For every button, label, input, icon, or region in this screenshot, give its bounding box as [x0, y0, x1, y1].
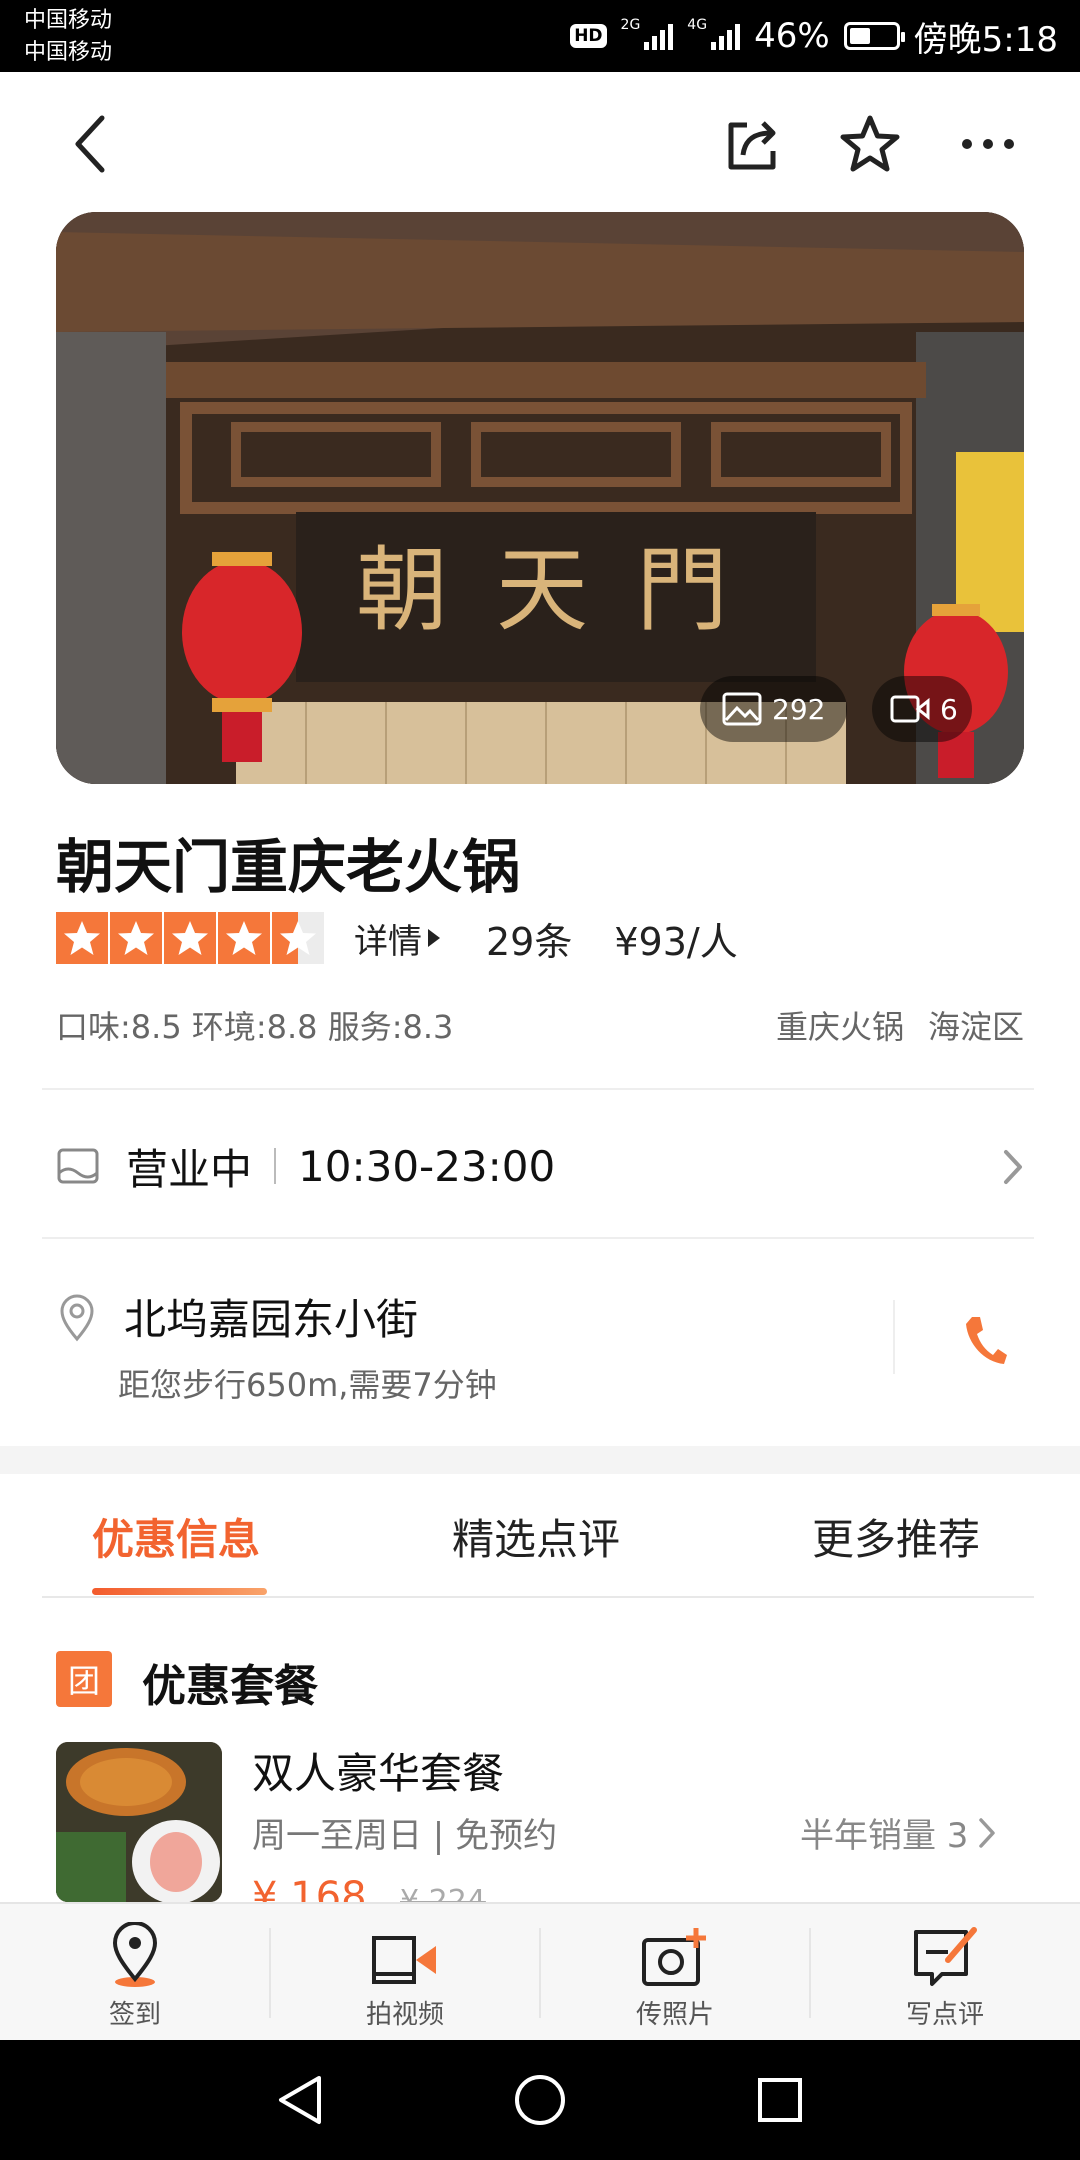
- more-button[interactable]: [952, 108, 1024, 180]
- status-bar: 中国移动 中国移动 HD 2G 4G 46% 傍晚5:18: [0, 0, 1080, 72]
- record-video-button[interactable]: 拍视频: [270, 1904, 540, 2042]
- triangle-right-icon: [428, 929, 440, 947]
- hotpot-image: [56, 1742, 222, 1902]
- checkin-button[interactable]: 签到: [0, 1904, 270, 2042]
- favorite-button[interactable]: [834, 108, 906, 180]
- shop-hours-icon: [57, 1148, 99, 1184]
- deal-name[interactable]: 双人豪华套餐: [252, 1740, 504, 1801]
- svg-text:朝: 朝: [356, 537, 448, 644]
- triangle-back-icon: [279, 2076, 321, 2124]
- business-hours-row[interactable]: 营业中 10:30-23:00: [56, 1110, 1024, 1222]
- svg-text:天: 天: [496, 537, 588, 644]
- rating-star: [110, 912, 162, 964]
- clock: 傍晚5:18: [913, 19, 1058, 60]
- top-nav: [0, 72, 1080, 212]
- rating-star: [272, 912, 324, 964]
- battery-icon: [843, 22, 905, 50]
- rating-row: 详情 29条 ¥93/人: [56, 910, 738, 966]
- upload-photo-button[interactable]: 传照片: [540, 1904, 810, 2042]
- share-button[interactable]: [716, 108, 788, 180]
- divider: [42, 1088, 1034, 1090]
- detail-label: 详情: [354, 921, 422, 962]
- deals-section-title: 优惠套餐: [142, 1661, 318, 1712]
- separator: [893, 1300, 895, 1374]
- deal-sales-text: 半年销量 3: [800, 1816, 969, 1856]
- carrier-label-1: 中国移动: [24, 8, 113, 33]
- call-button[interactable]: [955, 1310, 1015, 1370]
- chevron-right-icon: [979, 1817, 996, 1848]
- hd-badge: HD: [570, 24, 607, 48]
- svg-text:門: 門: [636, 537, 728, 644]
- deal-thumbnail[interactable]: [56, 1742, 222, 1902]
- signal-icon: [711, 22, 741, 50]
- rating-stars: [56, 912, 324, 964]
- bottom-action-bar: 签到 拍视频 传照片 写点评: [0, 1902, 1080, 2040]
- tab-reviews[interactable]: 精选点评: [452, 1506, 620, 1567]
- divider: [42, 1596, 1034, 1598]
- system-home-button[interactable]: [508, 2068, 572, 2132]
- category-tag[interactable]: 重庆火锅: [776, 1008, 904, 1046]
- deal-availability: 周一至周日 | 免预约: [252, 1816, 558, 1856]
- price-per-person: ¥93/人: [614, 919, 738, 964]
- record-video-label: 拍视频: [365, 2000, 444, 2030]
- rating-star: [56, 912, 108, 964]
- active-tab-indicator: [92, 1588, 267, 1595]
- video-icon: [890, 695, 930, 723]
- add-photo-icon: [642, 1928, 706, 1986]
- review-count[interactable]: 29条: [486, 911, 572, 966]
- shop-name: 朝天门重庆老火锅: [56, 833, 521, 901]
- video-count-pill[interactable]: 6: [872, 676, 972, 742]
- network-type-4g: 4G: [687, 17, 708, 33]
- video-camera-icon: [372, 1936, 436, 1984]
- section-gap: [0, 1446, 1080, 1474]
- rating-detail-link[interactable]: 详情: [354, 914, 442, 963]
- deal-sales[interactable]: 半年销量 3: [800, 1808, 996, 1857]
- rating-star: [218, 912, 270, 964]
- share-icon: [728, 121, 776, 170]
- signal-icon: [644, 22, 674, 50]
- network-type-2g: 2G: [620, 17, 641, 33]
- phone-icon: [966, 1317, 1007, 1364]
- scores: 口味:8.5 环境:8.8 服务:8.3: [56, 1008, 454, 1046]
- address-distance: 距您步行650m,需要7分钟: [118, 1366, 497, 1404]
- write-review-label: 写点评: [905, 2000, 984, 2030]
- shop-subinfo: 口味:8.5 环境:8.8 服务:8.3 重庆火锅 海淀区: [56, 1002, 1024, 1048]
- more-dots-icon: [962, 139, 1014, 149]
- location-pin-icon: [60, 1294, 94, 1342]
- chevron-right-icon: [1004, 1150, 1022, 1184]
- checkin-label: 签到: [108, 2000, 161, 2030]
- rating-star: [164, 912, 216, 964]
- square-recents-icon: [758, 2078, 802, 2122]
- video-count: 6: [940, 692, 958, 726]
- hours-time: 10:30-23:00: [298, 1141, 556, 1191]
- chevron-left-icon: [75, 115, 105, 173]
- divider: [42, 1237, 1034, 1239]
- group-deal-badge: 团: [56, 1651, 112, 1707]
- location-pin-icon: [112, 1922, 158, 1987]
- status-indicators: HD 2G 4G 46% 傍晚5:18: [570, 12, 1058, 60]
- upload-photo-label: 传照片: [635, 2000, 714, 2030]
- system-recents-button[interactable]: [748, 2068, 812, 2132]
- tab-deals[interactable]: 优惠信息: [92, 1506, 260, 1567]
- system-back-button[interactable]: [268, 2068, 332, 2132]
- system-nav-bar: [0, 2040, 1080, 2160]
- district-tag[interactable]: 海淀区: [928, 1008, 1024, 1046]
- write-review-icon: [914, 1927, 977, 1986]
- photo-count-pill[interactable]: 292: [700, 676, 848, 742]
- open-status: 营业中: [126, 1144, 253, 1194]
- circle-home-icon: [515, 2075, 565, 2125]
- tab-more-recommend[interactable]: 更多推荐: [812, 1506, 980, 1567]
- image-icon: [722, 692, 762, 726]
- address-street[interactable]: 北坞嘉园东小街: [124, 1286, 418, 1347]
- carrier-label-2: 中国移动: [24, 40, 113, 65]
- write-review-button[interactable]: 写点评: [810, 1904, 1080, 2042]
- battery-percent: 46%: [754, 16, 830, 56]
- photo-count: 292: [772, 692, 826, 726]
- back-button[interactable]: [54, 108, 126, 180]
- tab-bar: 优惠信息 精选点评 更多推荐: [0, 1474, 1080, 1598]
- separator: [274, 1148, 277, 1184]
- star-outline-icon: [840, 115, 900, 172]
